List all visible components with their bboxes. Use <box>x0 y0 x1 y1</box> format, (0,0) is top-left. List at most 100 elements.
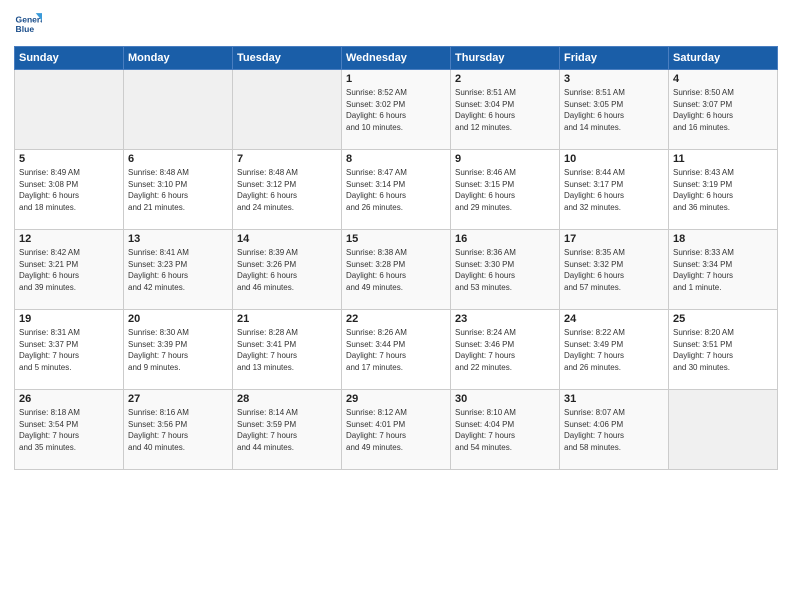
day-number: 1 <box>346 73 446 85</box>
day-number: 6 <box>128 153 228 165</box>
day-info: Sunrise: 8:50 AM Sunset: 3:07 PM Dayligh… <box>673 87 773 133</box>
day-cell: 16 Sunrise: 8:36 AM Sunset: 3:30 PM Dayli… <box>451 230 560 310</box>
day-info: Sunrise: 8:49 AM Sunset: 3:08 PM Dayligh… <box>19 167 119 213</box>
day-number: 9 <box>455 153 555 165</box>
day-cell <box>124 70 233 150</box>
day-number: 7 <box>237 153 337 165</box>
day-cell: 27 Sunrise: 8:16 AM Sunset: 3:56 PM Dayli… <box>124 390 233 470</box>
day-info: Sunrise: 8:18 AM Sunset: 3:54 PM Dayligh… <box>19 407 119 453</box>
day-info: Sunrise: 8:46 AM Sunset: 3:15 PM Dayligh… <box>455 167 555 213</box>
day-info: Sunrise: 8:31 AM Sunset: 3:37 PM Dayligh… <box>19 327 119 373</box>
day-cell: 6 Sunrise: 8:48 AM Sunset: 3:10 PM Daylig… <box>124 150 233 230</box>
col-header-sunday: Sunday <box>15 47 124 70</box>
day-info: Sunrise: 8:52 AM Sunset: 3:02 PM Dayligh… <box>346 87 446 133</box>
day-cell: 21 Sunrise: 8:28 AM Sunset: 3:41 PM Dayli… <box>233 310 342 390</box>
day-cell: 11 Sunrise: 8:43 AM Sunset: 3:19 PM Dayli… <box>669 150 778 230</box>
day-cell <box>669 390 778 470</box>
day-cell: 17Sunrise: 8:35 AM Sunset: 3:32 PM Dayli… <box>560 230 669 310</box>
day-info: Sunrise: 8:44 AM Sunset: 3:17 PM Dayligh… <box>564 167 664 213</box>
col-header-tuesday: Tuesday <box>233 47 342 70</box>
day-cell: 1 Sunrise: 8:52 AM Sunset: 3:02 PM Daylig… <box>342 70 451 150</box>
day-number: 5 <box>19 153 119 165</box>
day-cell: 2 Sunrise: 8:51 AM Sunset: 3:04 PM Daylig… <box>451 70 560 150</box>
day-number: 31 <box>564 393 664 405</box>
day-number: 18 <box>673 233 773 245</box>
logo-icon: General Blue <box>14 10 42 38</box>
header-row: SundayMondayTuesdayWednesdayThursdayFrid… <box>15 47 778 70</box>
day-info: Sunrise: 8:43 AM Sunset: 3:19 PM Dayligh… <box>673 167 773 213</box>
day-number: 21 <box>237 313 337 325</box>
week-row-2: 12 Sunrise: 8:42 AM Sunset: 3:21 PM Dayli… <box>15 230 778 310</box>
day-cell: 5 Sunrise: 8:49 AM Sunset: 3:08 PM Daylig… <box>15 150 124 230</box>
day-number: 8 <box>346 153 446 165</box>
day-info: Sunrise: 8:07 AM Sunset: 4:06 PM Dayligh… <box>564 407 664 453</box>
day-number: 27 <box>128 393 228 405</box>
day-info: Sunrise: 8:22 AM Sunset: 3:49 PM Dayligh… <box>564 327 664 373</box>
day-info: Sunrise: 8:51 AM Sunset: 3:04 PM Dayligh… <box>455 87 555 133</box>
day-number: 17 <box>564 233 664 245</box>
day-info: Sunrise: 8:48 AM Sunset: 3:12 PM Dayligh… <box>237 167 337 213</box>
day-info: Sunrise: 8:38 AM Sunset: 3:28 PM Dayligh… <box>346 247 446 293</box>
day-info: Sunrise: 8:12 AM Sunset: 4:01 PM Dayligh… <box>346 407 446 453</box>
page: General Blue SundayMondayTuesdayWednesda… <box>0 0 792 612</box>
day-info: Sunrise: 8:14 AM Sunset: 3:59 PM Dayligh… <box>237 407 337 453</box>
day-info: Sunrise: 8:47 AM Sunset: 3:14 PM Dayligh… <box>346 167 446 213</box>
day-cell: 24 Sunrise: 8:22 AM Sunset: 3:49 PM Dayli… <box>560 310 669 390</box>
day-info: Sunrise: 8:48 AM Sunset: 3:10 PM Dayligh… <box>128 167 228 213</box>
day-number: 3 <box>564 73 664 85</box>
day-cell: 19 Sunrise: 8:31 AM Sunset: 3:37 PM Dayli… <box>15 310 124 390</box>
day-cell: 9 Sunrise: 8:46 AM Sunset: 3:15 PM Daylig… <box>451 150 560 230</box>
col-header-saturday: Saturday <box>669 47 778 70</box>
day-number: 16 <box>455 233 555 245</box>
week-row-1: 5 Sunrise: 8:49 AM Sunset: 3:08 PM Daylig… <box>15 150 778 230</box>
day-cell: 26 Sunrise: 8:18 AM Sunset: 3:54 PM Dayli… <box>15 390 124 470</box>
day-info: Sunrise: 8:16 AM Sunset: 3:56 PM Dayligh… <box>128 407 228 453</box>
day-cell: 31 Sunrise: 8:07 AM Sunset: 4:06 PM Dayli… <box>560 390 669 470</box>
day-cell: 22Sunrise: 8:26 AM Sunset: 3:44 PM Dayli… <box>342 310 451 390</box>
day-info: Sunrise: 8:33 AM Sunset: 3:34 PM Dayligh… <box>673 247 773 293</box>
svg-text:General: General <box>16 14 42 24</box>
day-cell: 12 Sunrise: 8:42 AM Sunset: 3:21 PM Dayli… <box>15 230 124 310</box>
day-cell: 18 Sunrise: 8:33 AM Sunset: 3:34 PM Dayli… <box>669 230 778 310</box>
day-cell: 28Sunrise: 8:14 AM Sunset: 3:59 PM Dayli… <box>233 390 342 470</box>
day-cell: 3 Sunrise: 8:51 AM Sunset: 3:05 PM Daylig… <box>560 70 669 150</box>
header: General Blue <box>14 10 778 38</box>
day-cell: 14Sunrise: 8:39 AM Sunset: 3:26 PM Dayli… <box>233 230 342 310</box>
day-info: Sunrise: 8:20 AM Sunset: 3:51 PM Dayligh… <box>673 327 773 373</box>
day-info: Sunrise: 8:41 AM Sunset: 3:23 PM Dayligh… <box>128 247 228 293</box>
day-cell: 15 Sunrise: 8:38 AM Sunset: 3:28 PM Dayli… <box>342 230 451 310</box>
calendar-table: SundayMondayTuesdayWednesdayThursdayFrid… <box>14 46 778 470</box>
day-number: 15 <box>346 233 446 245</box>
day-number: 12 <box>19 233 119 245</box>
day-info: Sunrise: 8:36 AM Sunset: 3:30 PM Dayligh… <box>455 247 555 293</box>
day-number: 20 <box>128 313 228 325</box>
col-header-thursday: Thursday <box>451 47 560 70</box>
day-cell: 20 Sunrise: 8:30 AM Sunset: 3:39 PM Dayli… <box>124 310 233 390</box>
day-number: 24 <box>564 313 664 325</box>
day-cell: 8 Sunrise: 8:47 AM Sunset: 3:14 PM Daylig… <box>342 150 451 230</box>
day-cell: 25 Sunrise: 8:20 AM Sunset: 3:51 PM Dayli… <box>669 310 778 390</box>
day-info: Sunrise: 8:42 AM Sunset: 3:21 PM Dayligh… <box>19 247 119 293</box>
day-cell: 29Sunrise: 8:12 AM Sunset: 4:01 PM Dayli… <box>342 390 451 470</box>
logo: General Blue <box>14 10 46 38</box>
col-header-monday: Monday <box>124 47 233 70</box>
week-row-4: 26 Sunrise: 8:18 AM Sunset: 3:54 PM Dayli… <box>15 390 778 470</box>
col-header-wednesday: Wednesday <box>342 47 451 70</box>
day-info: Sunrise: 8:30 AM Sunset: 3:39 PM Dayligh… <box>128 327 228 373</box>
day-number: 2 <box>455 73 555 85</box>
day-cell: 30Sunrise: 8:10 AM Sunset: 4:04 PM Dayli… <box>451 390 560 470</box>
svg-text:Blue: Blue <box>16 24 35 34</box>
day-cell: 4Sunrise: 8:50 AM Sunset: 3:07 PM Daylig… <box>669 70 778 150</box>
day-cell: 13Sunrise: 8:41 AM Sunset: 3:23 PM Dayli… <box>124 230 233 310</box>
day-info: Sunrise: 8:26 AM Sunset: 3:44 PM Dayligh… <box>346 327 446 373</box>
day-cell <box>15 70 124 150</box>
day-number: 19 <box>19 313 119 325</box>
day-number: 25 <box>673 313 773 325</box>
col-header-friday: Friday <box>560 47 669 70</box>
day-number: 14 <box>237 233 337 245</box>
day-number: 11 <box>673 153 773 165</box>
day-cell: 7 Sunrise: 8:48 AM Sunset: 3:12 PM Daylig… <box>233 150 342 230</box>
day-info: Sunrise: 8:51 AM Sunset: 3:05 PM Dayligh… <box>564 87 664 133</box>
day-number: 26 <box>19 393 119 405</box>
day-info: Sunrise: 8:28 AM Sunset: 3:41 PM Dayligh… <box>237 327 337 373</box>
